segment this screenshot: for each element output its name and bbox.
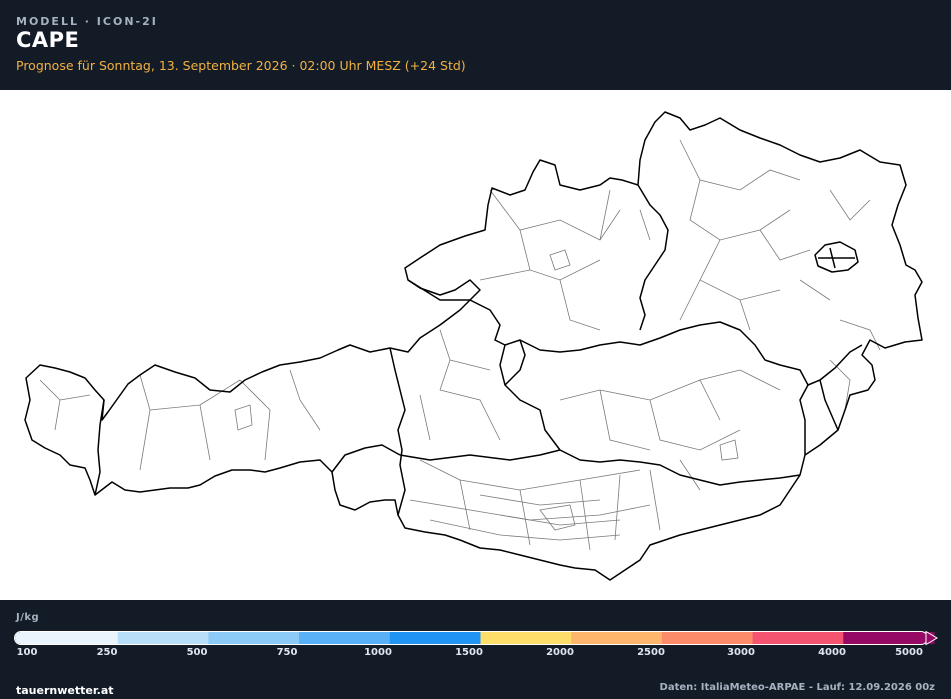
austria-map — [24, 111, 923, 581]
legend-tick-label: 250 — [96, 647, 118, 658]
legend-tick-label: 100 — [16, 647, 38, 658]
legend-panel: J/kg 100 250 500 750 1000 1500 2000 2500 3000 400… — [0, 600, 951, 699]
color-segment — [752, 632, 844, 644]
forecast-subtitle: Prognose für Sonntag, 13. September 2026… — [16, 58, 466, 73]
legend-tick-label: 1000 — [364, 647, 392, 658]
page-title: CAPE — [16, 28, 80, 52]
legend-tick-label: 500 — [186, 647, 208, 658]
color-segment — [208, 632, 300, 644]
model-label: MODELL · ICON-2I — [16, 15, 158, 28]
legend-tick-label: 2000 — [546, 647, 574, 658]
header: MODELL · ICON-2I CAPE Prognose für Sonnt… — [0, 0, 951, 90]
legend-tick-label: 2500 — [637, 647, 665, 658]
legend-tick-label: 750 — [276, 647, 298, 658]
legend-ticks: 100 250 500 750 1000 1500 2000 2500 3000 4000 5000 — [0, 647, 951, 661]
legend-unit: J/kg — [16, 612, 40, 623]
color-segment — [117, 632, 209, 644]
color-segment — [389, 632, 481, 644]
color-segment — [299, 632, 391, 644]
color-segment — [843, 632, 935, 644]
color-segment — [480, 632, 572, 644]
legend-tick-label: 5000 — [895, 647, 923, 658]
color-segment — [27, 632, 119, 644]
color-segment — [571, 632, 663, 644]
legend-tick-label: 1500 — [455, 647, 483, 658]
legend-tick-label: 3000 — [727, 647, 755, 658]
brand-label: tauernwetter.at — [16, 684, 114, 697]
data-credit: Daten: ItaliaMeteo-ARPAE - Lauf: 12.09.2… — [659, 682, 935, 693]
legend-tick-label: 4000 — [818, 647, 846, 658]
color-segment — [661, 632, 754, 644]
map-area — [0, 90, 951, 600]
color-scale-bar — [14, 630, 938, 646]
state-borders — [24, 111, 923, 581]
